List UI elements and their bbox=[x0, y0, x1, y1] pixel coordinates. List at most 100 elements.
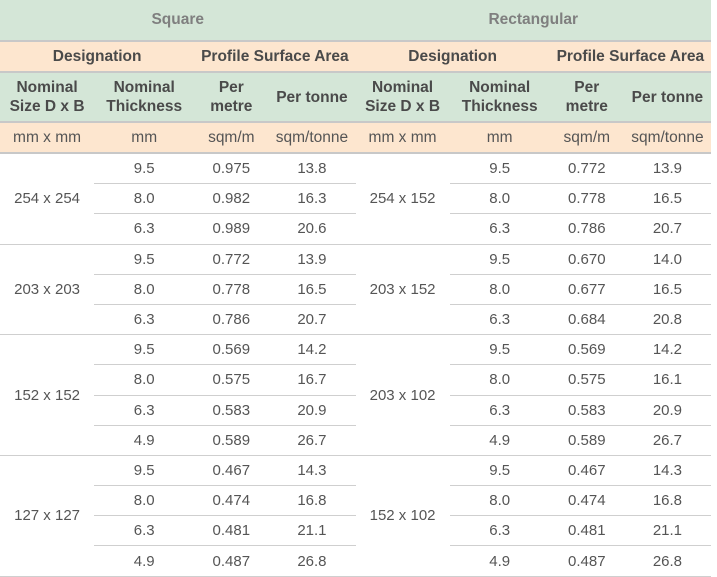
unit-cell: sqm/tonne bbox=[268, 122, 356, 154]
thickness-cell: 9.5 bbox=[94, 153, 195, 185]
rectangular-table: Rectangular Designation Profile Surface Ar… bbox=[355, 0, 711, 577]
unit-cell: mm x mm bbox=[0, 122, 95, 154]
per-metre-cell: 0.684 bbox=[549, 304, 624, 336]
per-metre-cell: 0.982 bbox=[194, 183, 269, 215]
nominal-size-header: Nominal Size D x B bbox=[355, 72, 450, 123]
thickness-cell: 8.0 bbox=[94, 364, 195, 396]
per-metre-header: Per metre bbox=[549, 72, 624, 123]
per-tonne-cell: 21.1 bbox=[268, 515, 356, 547]
nominal-size-cell: 254 x 152 bbox=[355, 153, 450, 245]
nominal-size-cell: 203 x 102 bbox=[355, 334, 450, 456]
table-row: 203 x 152 9.5 0.670 14.0 bbox=[355, 244, 711, 336]
unit-cell: sqm/m bbox=[194, 122, 269, 154]
nominal-size-cell: 152 x 152 bbox=[0, 334, 95, 456]
per-tonne-cell: 26.7 bbox=[268, 425, 356, 456]
per-tonne-cell: 20.9 bbox=[268, 395, 356, 426]
thickness-cell: 6.3 bbox=[94, 213, 195, 245]
per-tonne-cell: 16.5 bbox=[268, 274, 356, 305]
per-metre-cell: 0.786 bbox=[549, 213, 624, 245]
per-tonne-cell: 16.8 bbox=[623, 485, 711, 517]
per-tonne-cell: 13.9 bbox=[268, 244, 356, 275]
per-metre-cell: 0.589 bbox=[194, 425, 269, 456]
thickness-cell: 6.3 bbox=[94, 395, 195, 426]
per-tonne-cell: 20.8 bbox=[623, 304, 711, 336]
nominal-thickness-header: Nominal Thickness bbox=[449, 72, 550, 123]
thickness-cell: 9.5 bbox=[449, 153, 550, 185]
unit-cell: mm bbox=[94, 122, 195, 154]
nominal-thickness-header: Nominal Thickness bbox=[94, 72, 195, 123]
thickness-cell: 9.5 bbox=[94, 244, 195, 275]
per-metre-cell: 0.583 bbox=[194, 395, 269, 426]
thickness-cell: 4.9 bbox=[94, 545, 195, 577]
per-tonne-cell: 16.1 bbox=[623, 364, 711, 396]
nominal-size-cell: 127 x 127 bbox=[0, 455, 95, 577]
per-metre-cell: 0.481 bbox=[194, 515, 269, 547]
profile-surface-area-header: Profile Surface Area bbox=[194, 41, 356, 73]
per-metre-cell: 0.467 bbox=[549, 455, 624, 487]
designation-header: Designation bbox=[355, 41, 550, 73]
per-metre-cell: 0.575 bbox=[549, 364, 624, 396]
per-metre-cell: 0.989 bbox=[194, 213, 269, 245]
unit-cell: sqm/tonne bbox=[623, 122, 711, 154]
group-header-row: Designation Profile Surface Area bbox=[355, 41, 711, 73]
tables-container: Square Designation Profile Surface Area Nom… bbox=[0, 0, 711, 577]
thickness-cell: 8.0 bbox=[449, 485, 550, 517]
per-tonne-cell: 16.8 bbox=[268, 485, 356, 517]
per-metre-cell: 0.772 bbox=[194, 244, 269, 275]
header-line: Per tonne bbox=[276, 88, 348, 106]
thickness-cell: 4.9 bbox=[449, 425, 550, 456]
table-title: Square bbox=[0, 0, 356, 42]
per-metre-cell: 0.575 bbox=[194, 364, 269, 396]
per-metre-cell: 0.569 bbox=[549, 334, 624, 366]
thickness-cell: 6.3 bbox=[449, 515, 550, 547]
table-title: Rectangular bbox=[355, 0, 711, 42]
per-tonne-cell: 26.8 bbox=[268, 545, 356, 577]
thickness-cell: 9.5 bbox=[449, 334, 550, 366]
thickness-cell: 6.3 bbox=[449, 213, 550, 245]
per-metre-cell: 0.569 bbox=[194, 334, 269, 366]
per-tonne-cell: 13.9 bbox=[623, 153, 711, 185]
unit-cell: mm x mm bbox=[355, 122, 450, 154]
per-tonne-cell: 20.7 bbox=[623, 213, 711, 245]
per-tonne-cell: 14.3 bbox=[623, 455, 711, 487]
per-metre-cell: 0.670 bbox=[549, 244, 624, 275]
per-metre-cell: 0.778 bbox=[194, 274, 269, 305]
table-title-row: Square bbox=[0, 0, 356, 42]
thickness-cell: 9.5 bbox=[94, 455, 195, 487]
thickness-cell: 4.9 bbox=[449, 545, 550, 577]
header-line: Nominal bbox=[371, 79, 434, 96]
thickness-cell: 8.0 bbox=[94, 485, 195, 517]
nominal-size-cell: 203 x 203 bbox=[0, 244, 95, 336]
table-row: 254 x 152 9.5 0.772 13.9 bbox=[355, 153, 711, 245]
header-line: Per bbox=[574, 79, 600, 96]
unit-cell: sqm/m bbox=[549, 122, 624, 154]
per-metre-cell: 0.583 bbox=[549, 395, 624, 426]
header-line: Nominal bbox=[469, 79, 531, 96]
per-metre-cell: 0.481 bbox=[549, 515, 624, 547]
per-tonne-cell: 26.8 bbox=[623, 545, 711, 577]
per-metre-cell: 0.975 bbox=[194, 153, 269, 185]
per-tonne-cell: 26.7 bbox=[623, 425, 711, 456]
per-tonne-cell: 20.9 bbox=[623, 395, 711, 426]
per-tonne-cell: 20.6 bbox=[268, 213, 356, 245]
thickness-cell: 6.3 bbox=[94, 515, 195, 547]
per-tonne-header: Per tonne bbox=[623, 72, 711, 123]
header-line: Nominal bbox=[16, 79, 78, 96]
thickness-cell: 8.0 bbox=[94, 183, 195, 215]
header-line: Thickness bbox=[461, 98, 538, 115]
thickness-cell: 6.3 bbox=[449, 304, 550, 336]
table-row: 203 x 102 9.5 0.569 14.2 bbox=[355, 334, 711, 456]
per-tonne-cell: 14.2 bbox=[268, 334, 356, 366]
table-row: 254 x 254 9.5 0.975 13.8 bbox=[0, 153, 356, 245]
header-line: Thickness bbox=[106, 98, 183, 115]
thickness-cell: 6.3 bbox=[449, 395, 550, 426]
per-tonne-cell: 21.1 bbox=[623, 515, 711, 547]
designation-header: Designation bbox=[0, 41, 195, 73]
units-row: mm x mm mm sqm/m sqm/tonne bbox=[355, 122, 711, 154]
group-header-row: Designation Profile Surface Area bbox=[0, 41, 356, 73]
per-tonne-cell: 16.7 bbox=[268, 364, 356, 396]
header-line: Per tonne bbox=[631, 88, 704, 106]
thickness-cell: 4.9 bbox=[94, 425, 195, 456]
header-line: Size D x B bbox=[9, 98, 85, 115]
per-tonne-cell: 16.3 bbox=[268, 183, 356, 215]
